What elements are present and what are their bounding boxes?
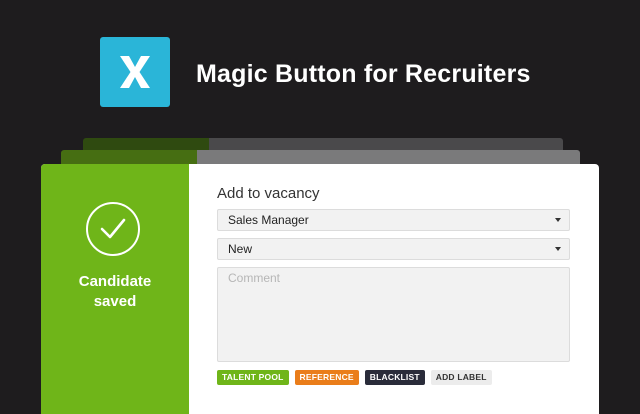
x-logo-icon: [120, 56, 150, 88]
app-logo: [100, 37, 170, 107]
comment-placeholder: Comment: [228, 271, 281, 285]
tag-talent-pool[interactable]: TALENT POOL: [217, 370, 289, 385]
candidate-card: Candidate saved Add to vacancy Sales Man…: [41, 164, 599, 414]
caret-down-icon: [555, 247, 561, 251]
caret-down-icon: [555, 218, 561, 222]
status-pane: Candidate saved: [41, 164, 189, 414]
tag-blacklist[interactable]: BLACKLIST: [364, 370, 425, 385]
comment-textarea[interactable]: Comment: [217, 267, 570, 362]
stage-select[interactable]: New: [217, 238, 570, 260]
status-line-1: Candidate: [78, 273, 152, 290]
label-tags: TALENT POOL REFERENCE BLACKLIST ADD LABE…: [217, 370, 492, 385]
app-title: Magic Button for Recruiters: [196, 60, 531, 88]
vacancy-select-value: Sales Manager: [228, 213, 309, 227]
stage-select-value: New: [228, 242, 253, 256]
tag-reference[interactable]: REFERENCE: [294, 370, 359, 385]
checkmark-circle: [86, 202, 140, 256]
form-label: Add to vacancy: [217, 185, 320, 202]
add-label-button[interactable]: ADD LABEL: [430, 370, 492, 385]
status-line-2: saved: [93, 293, 137, 310]
vacancy-select[interactable]: Sales Manager: [217, 209, 570, 231]
checkmark-icon: [100, 218, 126, 239]
status-message: Candidate saved: [41, 272, 189, 312]
